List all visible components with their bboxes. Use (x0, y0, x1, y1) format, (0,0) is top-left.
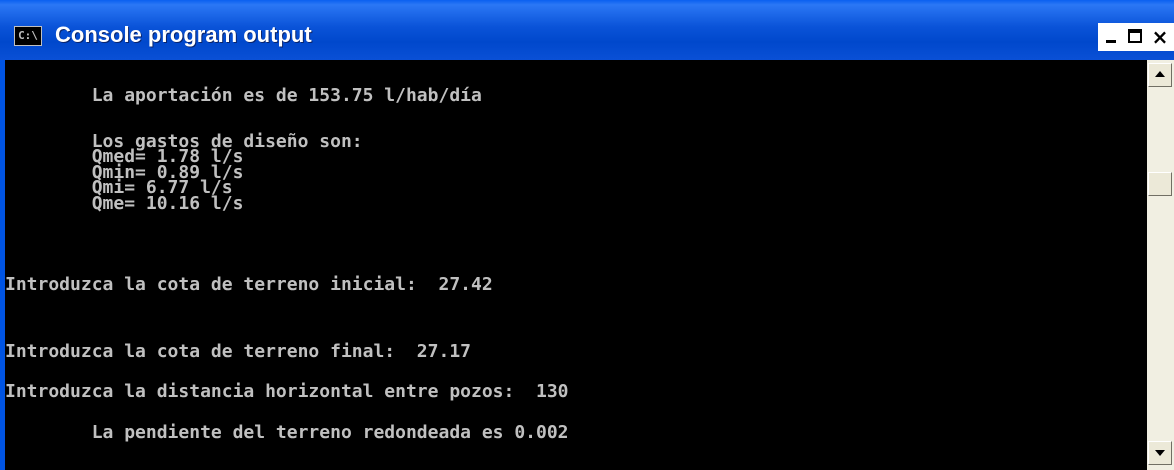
scroll-up-button[interactable] (1148, 63, 1172, 87)
maximize-button[interactable] (1122, 23, 1148, 51)
arrow-up-icon (1155, 71, 1165, 77)
close-button[interactable]: × (1146, 23, 1174, 51)
maximize-icon (1128, 29, 1142, 43)
window-title: Console program output (55, 22, 312, 47)
scroll-thumb[interactable] (1148, 172, 1172, 196)
console-icon[interactable]: C:\ (14, 26, 42, 46)
minimize-icon (1106, 40, 1116, 43)
console-line: Qme= 10.16 l/s (5, 193, 244, 214)
close-icon: × (1151, 25, 1169, 49)
arrow-down-icon (1155, 450, 1165, 456)
console-output[interactable]: La aportación es de 153.75 l/hab/día Los… (5, 60, 1147, 470)
console-line: Introduzca la cota de terreno inicial: 2… (5, 274, 493, 295)
console-window: C:\ Console program output × La aportaci… (0, 0, 1174, 470)
console-line: La aportación es de 153.75 l/hab/día (5, 85, 482, 106)
title-bar[interactable]: C:\ Console program output × (0, 0, 1174, 60)
minimize-button[interactable] (1098, 23, 1124, 51)
console-line: La pendiente del terreno redondeada es 0… (5, 422, 569, 443)
scroll-down-button[interactable] (1148, 441, 1172, 465)
console-line: Introduzca la distancia horizontal entre… (5, 381, 569, 402)
vertical-scrollbar[interactable] (1147, 60, 1174, 470)
console-line: Introduzca la cota de terreno final: 27.… (5, 341, 471, 362)
